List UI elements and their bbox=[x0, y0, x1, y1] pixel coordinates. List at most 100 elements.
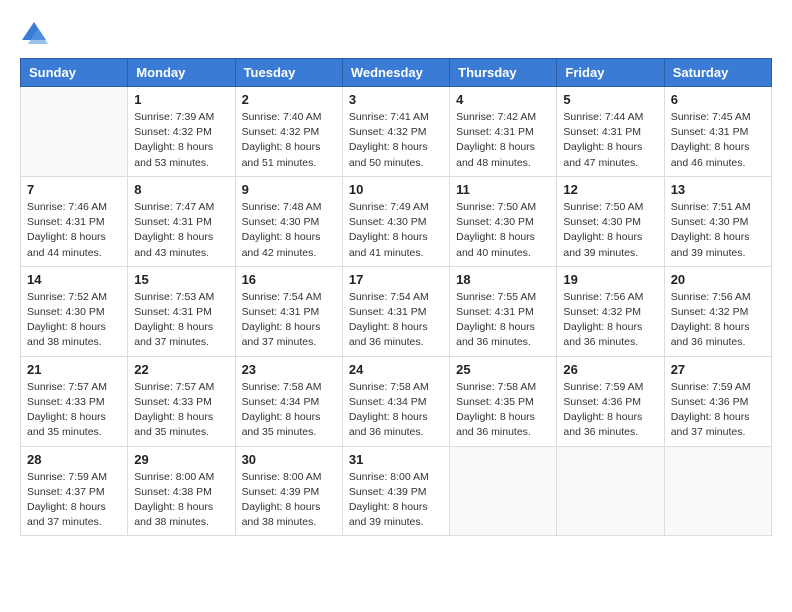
day-number: 2 bbox=[242, 92, 336, 107]
day-info: Sunrise: 8:00 AM Sunset: 4:39 PM Dayligh… bbox=[242, 470, 336, 531]
column-header-thursday: Thursday bbox=[450, 59, 557, 87]
day-info: Sunrise: 7:39 AM Sunset: 4:32 PM Dayligh… bbox=[134, 110, 228, 171]
day-info: Sunrise: 7:54 AM Sunset: 4:31 PM Dayligh… bbox=[349, 290, 443, 351]
calendar-cell: 24Sunrise: 7:58 AM Sunset: 4:34 PM Dayli… bbox=[342, 356, 449, 446]
column-header-sunday: Sunday bbox=[21, 59, 128, 87]
day-info: Sunrise: 7:56 AM Sunset: 4:32 PM Dayligh… bbox=[563, 290, 657, 351]
day-number: 10 bbox=[349, 182, 443, 197]
day-info: Sunrise: 7:53 AM Sunset: 4:31 PM Dayligh… bbox=[134, 290, 228, 351]
day-info: Sunrise: 7:40 AM Sunset: 4:32 PM Dayligh… bbox=[242, 110, 336, 171]
column-header-wednesday: Wednesday bbox=[342, 59, 449, 87]
day-info: Sunrise: 7:57 AM Sunset: 4:33 PM Dayligh… bbox=[27, 380, 121, 441]
day-info: Sunrise: 7:44 AM Sunset: 4:31 PM Dayligh… bbox=[563, 110, 657, 171]
calendar-cell: 11 Sunrise: 7:50 AM Sunset: 4:30 PM Dayli… bbox=[450, 176, 557, 266]
day-number: 5 bbox=[563, 92, 657, 107]
calendar-cell: 5 Sunrise: 7:44 AM Sunset: 4:31 PM Daylig… bbox=[557, 87, 664, 177]
day-info: Sunrise: 7:51 AM Sunset: 4:30 PM Dayligh… bbox=[671, 200, 765, 261]
calendar-cell: 10 Sunrise: 7:49 AM Sunset: 4:30 PM Dayli… bbox=[342, 176, 449, 266]
calendar-cell: 4 Sunrise: 7:42 AM Sunset: 4:31 PM Daylig… bbox=[450, 87, 557, 177]
day-number: 26 bbox=[563, 362, 657, 377]
week-row-1: 1 Sunrise: 7:39 AM Sunset: 4:32 PM Daylig… bbox=[21, 87, 772, 177]
day-info: Sunrise: 7:55 AM Sunset: 4:31 PM Dayligh… bbox=[456, 290, 550, 351]
calendar-cell bbox=[557, 446, 664, 536]
calendar-cell: 27 Sunrise: 7:59 AM Sunset: 4:36 PM Dayli… bbox=[664, 356, 771, 446]
calendar-cell: 18 Sunrise: 7:55 AM Sunset: 4:31 PM Dayli… bbox=[450, 266, 557, 356]
day-number: 27 bbox=[671, 362, 765, 377]
day-number: 28 bbox=[27, 452, 121, 467]
day-number: 29 bbox=[134, 452, 228, 467]
day-info: Sunrise: 7:49 AM Sunset: 4:30 PM Dayligh… bbox=[349, 200, 443, 261]
day-number: 14 bbox=[27, 272, 121, 287]
calendar-header-row: SundayMondayTuesdayWednesdayThursdayFrid… bbox=[21, 59, 772, 87]
day-info: Sunrise: 7:59 AM Sunset: 4:37 PM Dayligh… bbox=[27, 470, 121, 531]
day-number: 13 bbox=[671, 182, 765, 197]
calendar-cell: 20Sunrise: 7:56 AM Sunset: 4:32 PM Dayli… bbox=[664, 266, 771, 356]
calendar-cell bbox=[664, 446, 771, 536]
logo bbox=[20, 20, 52, 48]
calendar-cell: 12 Sunrise: 7:50 AM Sunset: 4:30 PM Dayli… bbox=[557, 176, 664, 266]
day-number: 25 bbox=[456, 362, 550, 377]
day-number: 21 bbox=[27, 362, 121, 377]
day-info: Sunrise: 7:54 AM Sunset: 4:31 PM Dayligh… bbox=[242, 290, 336, 351]
day-number: 16 bbox=[242, 272, 336, 287]
day-number: 19 bbox=[563, 272, 657, 287]
calendar-table: SundayMondayTuesdayWednesdayThursdayFrid… bbox=[20, 58, 772, 536]
day-info: Sunrise: 7:50 AM Sunset: 4:30 PM Dayligh… bbox=[563, 200, 657, 261]
calendar-cell: 6 Sunrise: 7:45 AM Sunset: 4:31 PM Daylig… bbox=[664, 87, 771, 177]
day-number: 6 bbox=[671, 92, 765, 107]
logo-icon bbox=[20, 20, 48, 48]
day-number: 12 bbox=[563, 182, 657, 197]
day-info: Sunrise: 8:00 AM Sunset: 4:38 PM Dayligh… bbox=[134, 470, 228, 531]
column-header-tuesday: Tuesday bbox=[235, 59, 342, 87]
day-number: 18 bbox=[456, 272, 550, 287]
day-info: Sunrise: 7:45 AM Sunset: 4:31 PM Dayligh… bbox=[671, 110, 765, 171]
day-info: Sunrise: 8:00 AM Sunset: 4:39 PM Dayligh… bbox=[349, 470, 443, 531]
calendar-cell: 8 Sunrise: 7:47 AM Sunset: 4:31 PM Daylig… bbox=[128, 176, 235, 266]
week-row-4: 21 Sunrise: 7:57 AM Sunset: 4:33 PM Dayli… bbox=[21, 356, 772, 446]
day-number: 3 bbox=[349, 92, 443, 107]
calendar-cell: 31Sunrise: 8:00 AM Sunset: 4:39 PM Dayli… bbox=[342, 446, 449, 536]
day-number: 23 bbox=[242, 362, 336, 377]
day-info: Sunrise: 7:52 AM Sunset: 4:30 PM Dayligh… bbox=[27, 290, 121, 351]
calendar-cell: 21 Sunrise: 7:57 AM Sunset: 4:33 PM Dayli… bbox=[21, 356, 128, 446]
day-number: 17 bbox=[349, 272, 443, 287]
day-number: 8 bbox=[134, 182, 228, 197]
day-number: 4 bbox=[456, 92, 550, 107]
day-number: 22 bbox=[134, 362, 228, 377]
day-info: Sunrise: 7:46 AM Sunset: 4:31 PM Dayligh… bbox=[27, 200, 121, 261]
calendar-cell: 3 Sunrise: 7:41 AM Sunset: 4:32 PM Daylig… bbox=[342, 87, 449, 177]
day-number: 11 bbox=[456, 182, 550, 197]
day-info: Sunrise: 7:58 AM Sunset: 4:35 PM Dayligh… bbox=[456, 380, 550, 441]
day-info: Sunrise: 7:47 AM Sunset: 4:31 PM Dayligh… bbox=[134, 200, 228, 261]
week-row-5: 28 Sunrise: 7:59 AM Sunset: 4:37 PM Dayli… bbox=[21, 446, 772, 536]
day-info: Sunrise: 7:41 AM Sunset: 4:32 PM Dayligh… bbox=[349, 110, 443, 171]
day-info: Sunrise: 7:58 AM Sunset: 4:34 PM Dayligh… bbox=[242, 380, 336, 441]
calendar-cell: 7 Sunrise: 7:46 AM Sunset: 4:31 PM Daylig… bbox=[21, 176, 128, 266]
day-number: 24 bbox=[349, 362, 443, 377]
day-info: Sunrise: 7:50 AM Sunset: 4:30 PM Dayligh… bbox=[456, 200, 550, 261]
calendar-cell bbox=[21, 87, 128, 177]
calendar-cell: 25 Sunrise: 7:58 AM Sunset: 4:35 PM Dayli… bbox=[450, 356, 557, 446]
day-number: 1 bbox=[134, 92, 228, 107]
calendar-cell: 23 Sunrise: 7:58 AM Sunset: 4:34 PM Dayli… bbox=[235, 356, 342, 446]
calendar-cell: 28 Sunrise: 7:59 AM Sunset: 4:37 PM Dayli… bbox=[21, 446, 128, 536]
day-number: 9 bbox=[242, 182, 336, 197]
calendar-cell: 14 Sunrise: 7:52 AM Sunset: 4:30 PM Dayli… bbox=[21, 266, 128, 356]
day-number: 30 bbox=[242, 452, 336, 467]
column-header-saturday: Saturday bbox=[664, 59, 771, 87]
calendar-cell: 16 Sunrise: 7:54 AM Sunset: 4:31 PM Dayli… bbox=[235, 266, 342, 356]
day-info: Sunrise: 7:42 AM Sunset: 4:31 PM Dayligh… bbox=[456, 110, 550, 171]
page-header bbox=[20, 20, 772, 48]
calendar-cell: 9Sunrise: 7:48 AM Sunset: 4:30 PM Daylig… bbox=[235, 176, 342, 266]
calendar-cell: 30 Sunrise: 8:00 AM Sunset: 4:39 PM Dayli… bbox=[235, 446, 342, 536]
calendar-cell: 2 Sunrise: 7:40 AM Sunset: 4:32 PM Daylig… bbox=[235, 87, 342, 177]
calendar-cell: 29 Sunrise: 8:00 AM Sunset: 4:38 PM Dayli… bbox=[128, 446, 235, 536]
day-info: Sunrise: 7:59 AM Sunset: 4:36 PM Dayligh… bbox=[671, 380, 765, 441]
column-header-friday: Friday bbox=[557, 59, 664, 87]
week-row-2: 7 Sunrise: 7:46 AM Sunset: 4:31 PM Daylig… bbox=[21, 176, 772, 266]
column-header-monday: Monday bbox=[128, 59, 235, 87]
day-info: Sunrise: 7:56 AM Sunset: 4:32 PM Dayligh… bbox=[671, 290, 765, 351]
calendar-cell bbox=[450, 446, 557, 536]
calendar-cell: 1 Sunrise: 7:39 AM Sunset: 4:32 PM Daylig… bbox=[128, 87, 235, 177]
day-number: 7 bbox=[27, 182, 121, 197]
